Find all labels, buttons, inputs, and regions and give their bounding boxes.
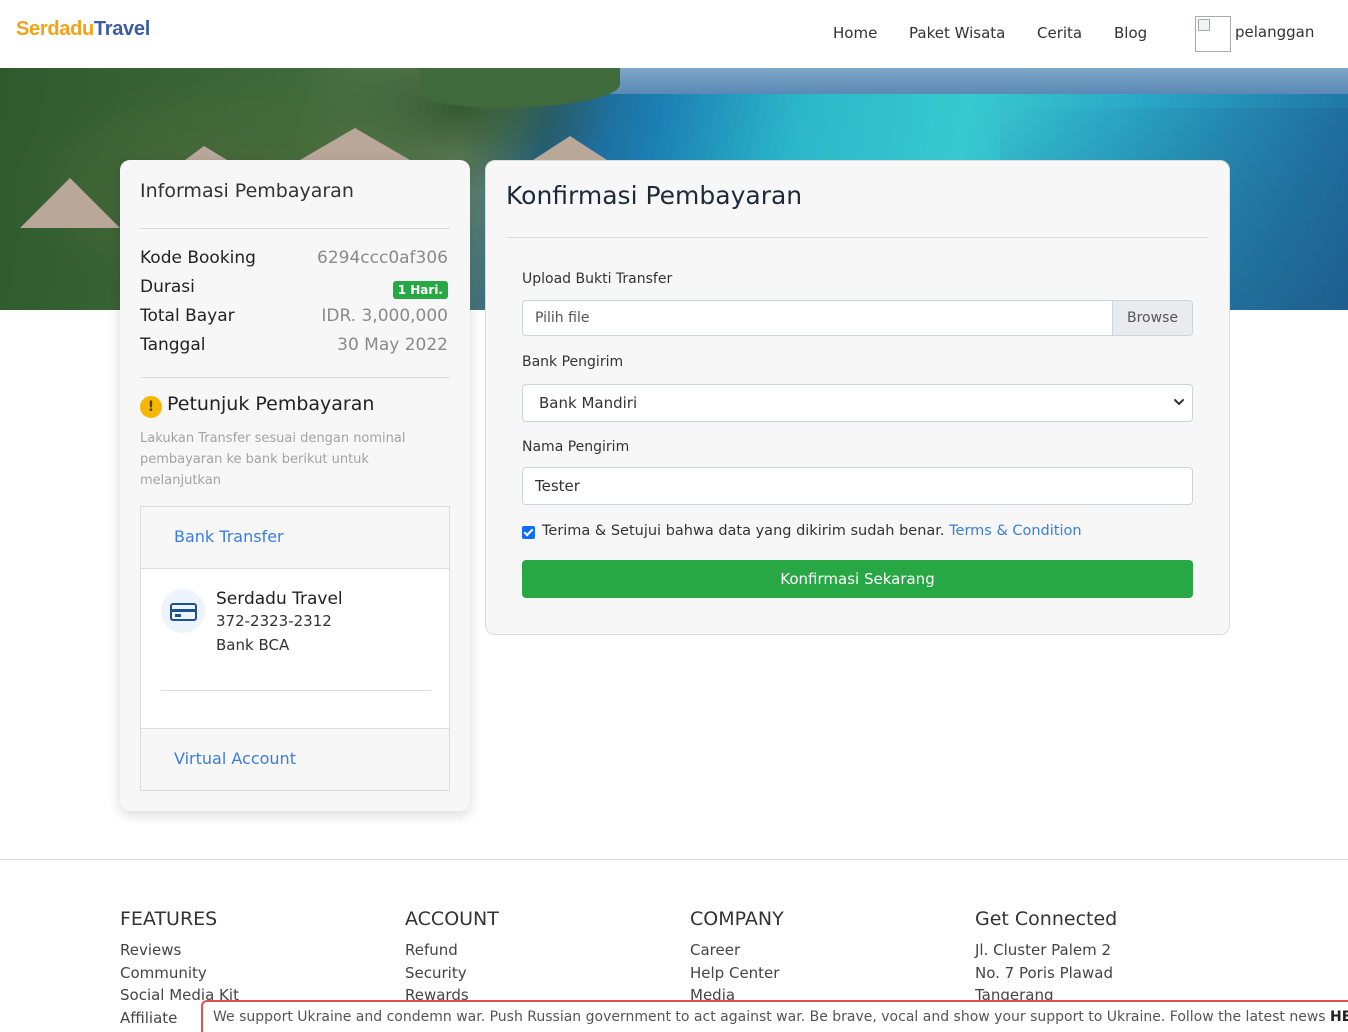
hero-sky: [560, 68, 1348, 94]
brand-logo[interactable]: SerdaduTravel: [16, 18, 150, 41]
payment-method-accordion: Bank Transfer Serdadu Travel 372-2323-23…: [140, 506, 450, 791]
nav-home[interactable]: Home: [833, 24, 877, 42]
sender-name-value: Tester: [535, 477, 580, 495]
footer-company-title: COMPANY: [690, 908, 784, 930]
payment-info-title: Informasi Pembayaran: [140, 180, 354, 202]
banner-text: We support Ukraine and condemn war. Push…: [213, 1009, 1326, 1025]
footer-features-title: FEATURES: [120, 908, 218, 930]
banner-text-wrap: We support Ukraine and condemn war. Push…: [213, 1009, 1348, 1025]
footer-divider: [0, 859, 1348, 860]
divider: [506, 237, 1209, 238]
footer-connected-title: Get Connected: [975, 908, 1118, 930]
brand-part-2: Travel: [93, 18, 150, 40]
browse-button[interactable]: Browse: [1112, 301, 1192, 335]
upload-file-input[interactable]: Pilih file Browse: [522, 300, 1193, 336]
accordion-bank-transfer[interactable]: Bank Transfer: [141, 507, 449, 569]
bank-sender-label: Bank Pengirim: [522, 354, 624, 370]
footer-link-help-center[interactable]: Help Center: [690, 964, 779, 982]
agree-checkbox[interactable]: [522, 526, 535, 539]
bank-account-number: 372-2323-2312: [216, 612, 332, 630]
sender-name-input[interactable]: Tester: [522, 467, 1193, 505]
nav-paket-wisata[interactable]: Paket Wisata: [909, 24, 1005, 42]
footer-address-line-1: Jl. Cluster Palem 2: [975, 941, 1112, 959]
bank-name: Bank BCA: [216, 636, 290, 654]
chevron-down-icon: [1174, 399, 1184, 405]
total-bayar-label: Total Bayar: [140, 306, 235, 326]
footer-address-line-2: No. 7 Poris Plawad: [975, 964, 1113, 982]
footer-link-security[interactable]: Security: [405, 964, 467, 982]
instructions-text: Lakukan Transfer sesuai dengan nominal p…: [140, 431, 406, 488]
virtual-account-label[interactable]: Virtual Account: [174, 749, 296, 768]
credit-card-icon: [161, 589, 205, 633]
footer-link-community[interactable]: Community: [120, 964, 207, 982]
agree-label: Terima & Setujui bahwa data yang dikirim…: [542, 523, 945, 539]
footer-link-affiliate[interactable]: Affiliate: [120, 1009, 177, 1027]
top-navbar: SerdaduTravel Home Paket Wisata Cerita B…: [0, 0, 1348, 68]
durasi-label: Durasi: [140, 277, 195, 297]
confirm-payment-card: Konfirmasi Pembayaran Upload Bukti Trans…: [485, 160, 1230, 635]
bank-account-holder: Serdadu Travel: [216, 589, 343, 609]
instructions-title: Petunjuk Pembayaran: [167, 393, 375, 415]
hero-hill: [420, 68, 620, 108]
upload-placeholder: Pilih file: [535, 310, 590, 326]
tanggal-value: 30 May 2022: [337, 335, 448, 355]
sender-name-label: Nama Pengirim: [522, 439, 630, 455]
accordion-virtual-account[interactable]: Virtual Account: [141, 728, 449, 790]
tanggal-label: Tanggal: [140, 335, 206, 355]
avatar[interactable]: [1195, 16, 1231, 52]
bank-sender-value: Bank Mandiri: [539, 394, 638, 412]
durasi-badge: 1 Hari.: [392, 281, 448, 299]
confirm-button[interactable]: Konfirmasi Sekarang: [522, 560, 1193, 598]
warning-icon: !: [140, 396, 162, 418]
footer-account-title: ACCOUNT: [405, 908, 499, 930]
agree-text: Terima & Setujui bahwa data yang dikirim…: [542, 523, 1082, 539]
divider: [140, 228, 450, 229]
bank-sender-select[interactable]: Bank Mandiri: [522, 384, 1193, 422]
divider: [140, 377, 450, 378]
total-bayar-value: IDR. 3,000,000: [321, 306, 448, 326]
bank-transfer-label[interactable]: Bank Transfer: [174, 527, 284, 546]
brand-part-1: Serdadu: [16, 18, 94, 40]
payment-info-card: Informasi Pembayaran Kode Booking 6294cc…: [120, 160, 470, 811]
user-menu[interactable]: pelanggan: [1235, 23, 1314, 41]
banner-here-link[interactable]: HERE: [1330, 1009, 1348, 1025]
footer-link-career[interactable]: Career: [690, 941, 740, 959]
upload-label: Upload Bukti Transfer: [522, 271, 673, 287]
hero-roof: [530, 136, 610, 162]
hero-roof: [300, 128, 410, 160]
divider: [161, 690, 431, 691]
confirm-title: Konfirmasi Pembayaran: [506, 181, 803, 210]
footer-link-refund[interactable]: Refund: [405, 941, 458, 959]
terms-link[interactable]: Terms & Condition: [949, 523, 1081, 539]
hero-roof: [20, 178, 120, 228]
nav-cerita[interactable]: Cerita: [1037, 24, 1082, 42]
ukraine-support-banner: We support Ukraine and condemn war. Push…: [201, 1000, 1348, 1032]
footer-link-reviews[interactable]: Reviews: [120, 941, 181, 959]
nav-blog[interactable]: Blog: [1114, 24, 1147, 42]
kode-booking-value: 6294ccc0af306: [317, 248, 448, 268]
kode-booking-label: Kode Booking: [140, 248, 256, 268]
